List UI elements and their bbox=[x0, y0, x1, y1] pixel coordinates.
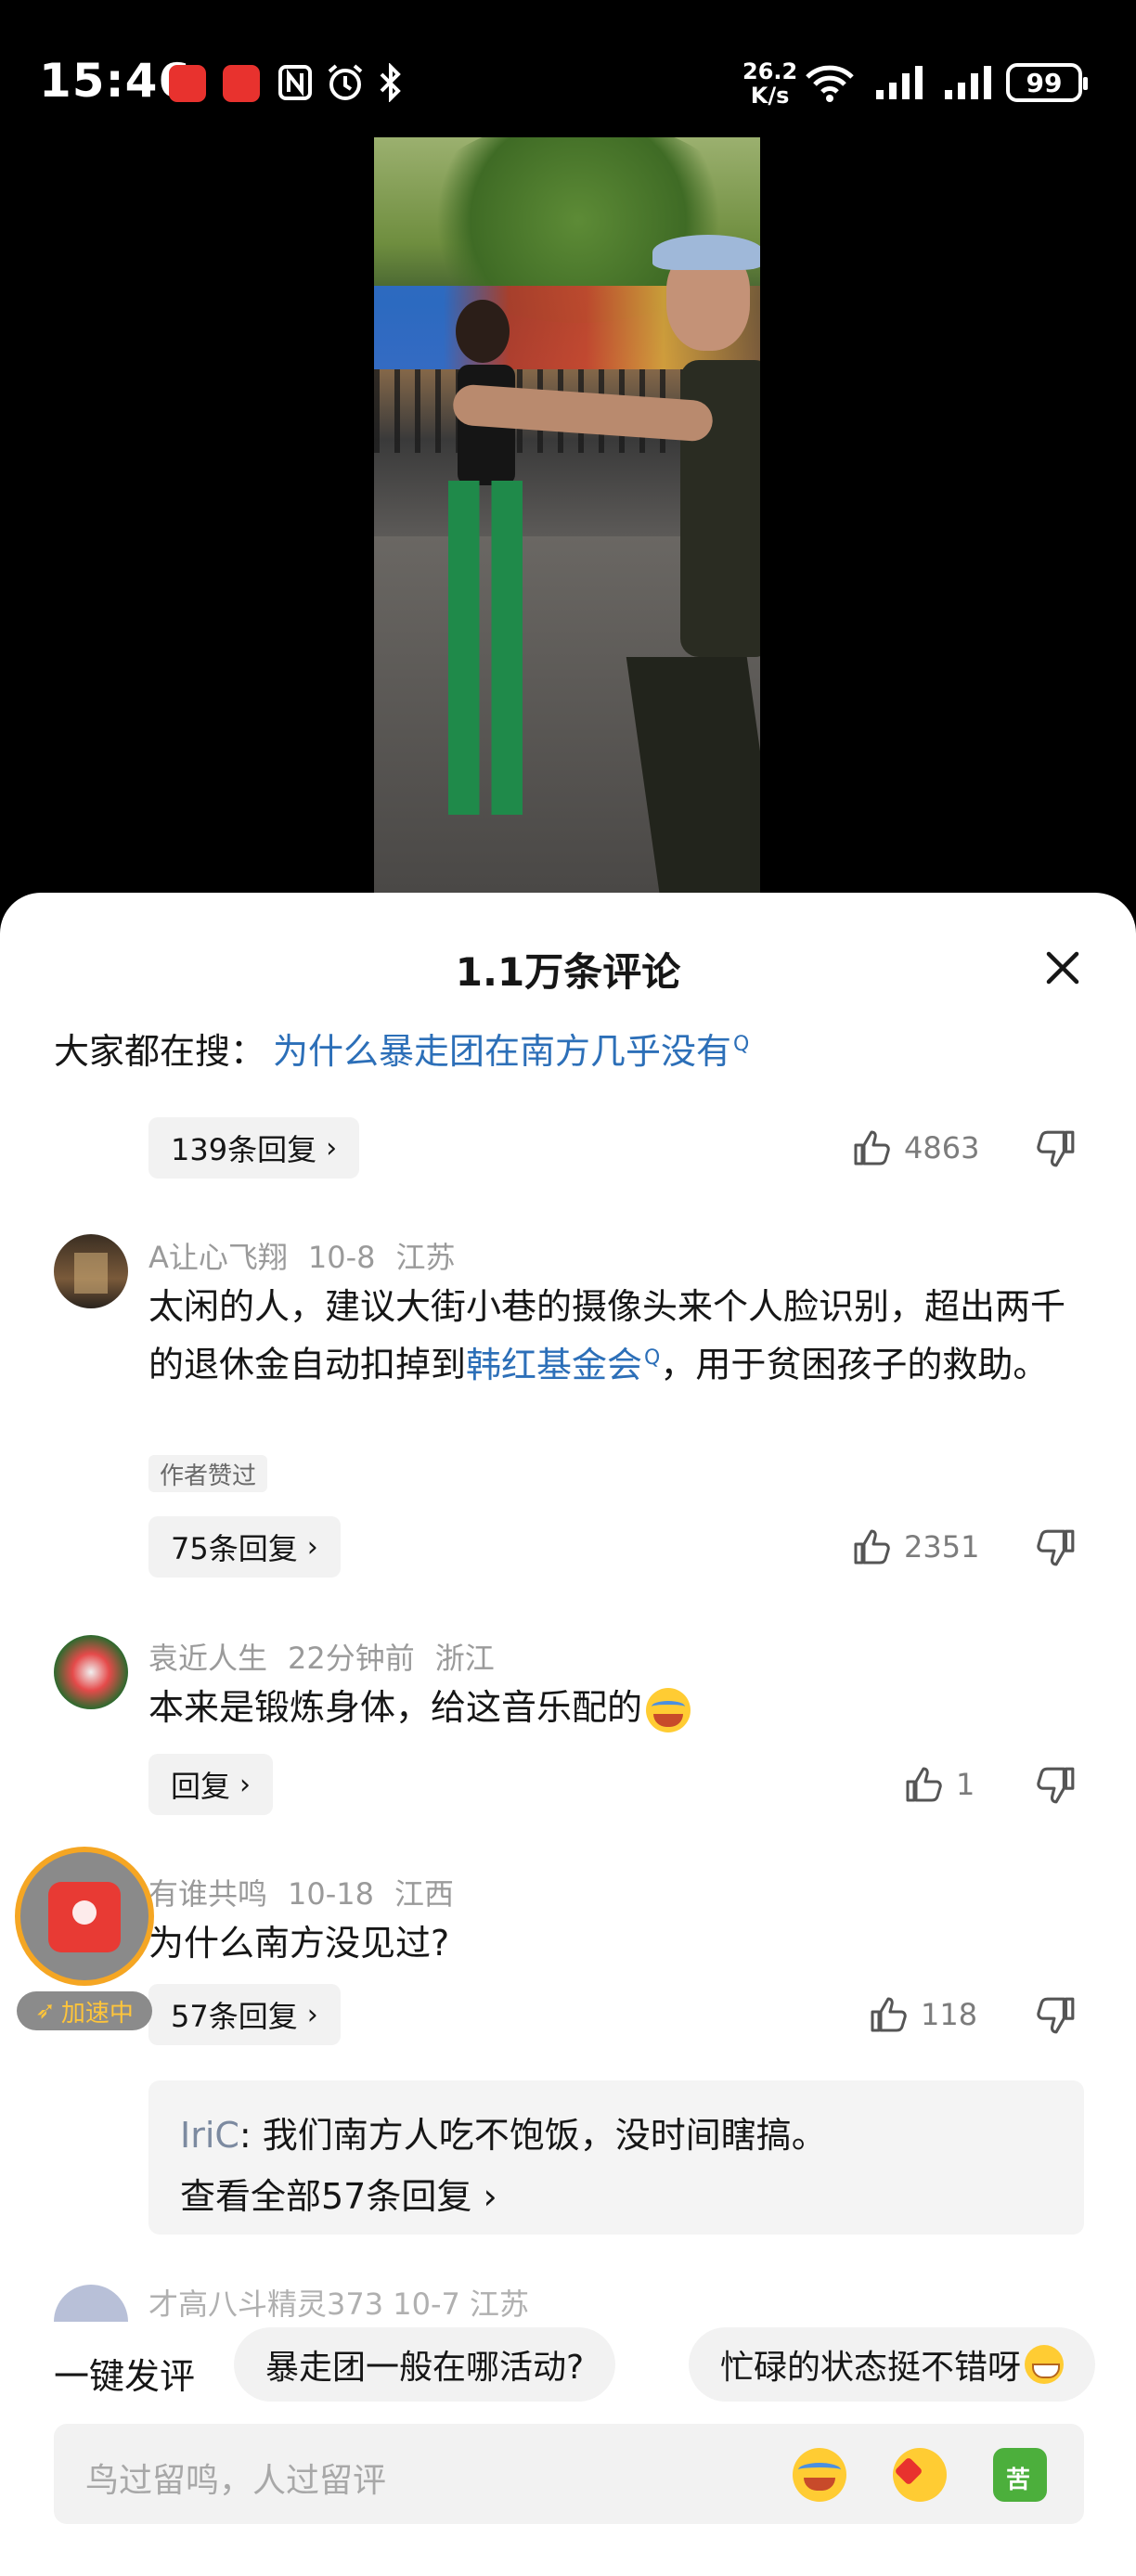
dislike-icon[interactable] bbox=[1036, 1995, 1077, 2036]
laugh-cry-emoji-icon bbox=[646, 1687, 691, 1732]
comment-meta: A让心飞翔 10-8 江苏 bbox=[148, 1234, 476, 1277]
red-packet-widget[interactable] bbox=[15, 1847, 154, 1986]
comment-meta: 袁近人生 22分钟前 浙江 bbox=[148, 1635, 515, 1678]
like-button[interactable]: 4863 bbox=[852, 1128, 979, 1167]
speed-up-tag: ➶ 加速中 bbox=[17, 1991, 152, 2030]
nfc-icon bbox=[277, 63, 314, 102]
chevron-right-icon: › bbox=[306, 1530, 318, 1564]
like-button[interactable]: 1 bbox=[904, 1765, 975, 1804]
laugh-cry-emoji-button[interactable] bbox=[793, 2448, 846, 2502]
like-button[interactable]: 2351 bbox=[852, 1527, 979, 1566]
like-button[interactable]: 118 bbox=[869, 1995, 977, 2034]
comment-text: 为什么南方没见过? bbox=[148, 1923, 450, 1964]
comment-region: 江苏 bbox=[395, 1240, 456, 1275]
comment-date: 10-8 bbox=[307, 1240, 376, 1275]
search-icon: Q bbox=[733, 1033, 750, 1057]
thumbs-up-icon bbox=[906, 1767, 942, 1802]
comment-region: 浙江 bbox=[434, 1641, 495, 1676]
dislike-icon[interactable] bbox=[1036, 1765, 1077, 1806]
alarm-icon bbox=[325, 63, 366, 102]
comment-username[interactable]: 袁近人生 bbox=[148, 1641, 267, 1676]
thumbs-up-icon bbox=[871, 1997, 907, 2032]
chevron-right-icon: › bbox=[483, 2176, 497, 2217]
comment-meta: 有谁共鸣 10-18 江西 bbox=[148, 1871, 474, 1913]
thumbs-up-icon bbox=[854, 1529, 890, 1565]
video-person-legs bbox=[448, 481, 523, 815]
trending-search-link[interactable]: 为什么暴走团在南方几乎没有Q bbox=[273, 1023, 749, 1074]
search-icon: Q bbox=[644, 1346, 661, 1370]
comment-region: 江西 bbox=[394, 1876, 455, 1912]
quick-comment-row: 一键发评 暴走团一般在哪活动? 忙碌的状态挺不错呀 bbox=[0, 2327, 1136, 2411]
dislike-icon[interactable] bbox=[1036, 1527, 1077, 1568]
replies-button[interactable]: 75条回复 › bbox=[148, 1516, 341, 1578]
red-packet-icon bbox=[48, 1882, 121, 1952]
huawei-app-icon bbox=[223, 65, 260, 102]
quick-comment-chip[interactable]: 忙碌的状态挺不错呀 bbox=[689, 2327, 1096, 2402]
sub-reply-preview[interactable]: IriC: 我们南方人吃不饱饭，没时间瞎搞。 查看全部57条回复 › bbox=[148, 2080, 1084, 2235]
comment-date: 22分钟前 bbox=[288, 1641, 415, 1676]
trending-search: 大家都在搜： 为什么暴走团在南方几乎没有Q bbox=[54, 1023, 749, 1074]
dislike-icon[interactable] bbox=[1036, 1128, 1077, 1169]
quick-comment-chip[interactable]: 暴走团一般在哪活动? bbox=[234, 2327, 616, 2402]
huawei-app-icon bbox=[169, 65, 206, 102]
close-icon[interactable] bbox=[1039, 945, 1086, 991]
reply-button[interactable]: 回复 › bbox=[148, 1754, 274, 1815]
grin-emoji-icon bbox=[1025, 2345, 1065, 2384]
bitter-emoji-button[interactable]: 苦 bbox=[993, 2448, 1047, 2502]
comment-input[interactable]: 鸟过留鸣，人过留评 苦 bbox=[54, 2424, 1084, 2524]
comment-username[interactable]: 有谁共鸣 bbox=[148, 1876, 267, 1912]
video-person2-cap bbox=[652, 235, 760, 270]
comment-text: 太闲的人，建议大街小巷的摄像头来个人脸识别，超出两千的退休金自动扣掉到韩红基金会… bbox=[148, 1286, 1066, 1385]
chevron-right-icon: › bbox=[239, 1768, 252, 1801]
battery-indicator: 99 bbox=[1006, 63, 1088, 102]
status-bar: 15:46 26.2 K/s 99 bbox=[0, 0, 1136, 139]
replies-button[interactable]: 139条回复 › bbox=[148, 1117, 360, 1179]
keyword-link[interactable]: 韩红基金会Q bbox=[466, 1345, 660, 1385]
chevron-right-icon: › bbox=[306, 1998, 318, 2031]
bluetooth-icon bbox=[377, 63, 405, 102]
avatar[interactable] bbox=[54, 1635, 128, 1709]
comment-date: 10-18 bbox=[288, 1876, 374, 1912]
comment-input-placeholder: 鸟过留鸣，人过留评 bbox=[85, 2462, 387, 2500]
sub-reply-text: IriC: 我们南方人吃不饱饭，没时间瞎搞。 bbox=[180, 2115, 827, 2156]
network-speed: 26.2 K/s bbox=[742, 58, 798, 109]
trending-search-label: 大家都在搜： bbox=[54, 1031, 266, 1072]
avatar[interactable] bbox=[54, 1234, 128, 1308]
view-all-replies-link[interactable]: 查看全部57条回复 › bbox=[180, 2168, 497, 2219]
rocket-icon: ➶ bbox=[35, 1997, 56, 2025]
chevron-right-icon: › bbox=[326, 1131, 338, 1165]
signal-icon bbox=[874, 63, 924, 102]
replies-button[interactable]: 57条回复 › bbox=[148, 1984, 341, 2045]
quick-comment-label: 一键发评 bbox=[54, 2356, 196, 2397]
signal-icon-2 bbox=[943, 63, 993, 102]
author-liked-tag: 作者赞过 bbox=[148, 1455, 268, 1492]
comment-username[interactable]: A让心飞翔 bbox=[148, 1240, 288, 1275]
comment-text: 本来是锻炼身体，给这音乐配的 bbox=[148, 1681, 1086, 1733]
comments-title: 1.1万条评论 bbox=[455, 949, 681, 995]
video-player[interactable] bbox=[374, 137, 760, 893]
thumbs-up-icon bbox=[854, 1130, 890, 1166]
video-person-head bbox=[456, 300, 510, 363]
kiss-emoji-button[interactable] bbox=[893, 2448, 947, 2502]
wifi-icon bbox=[804, 63, 856, 102]
partial-comment-meta: 才高八斗精灵373 10-7 江苏 bbox=[148, 2286, 530, 2322]
